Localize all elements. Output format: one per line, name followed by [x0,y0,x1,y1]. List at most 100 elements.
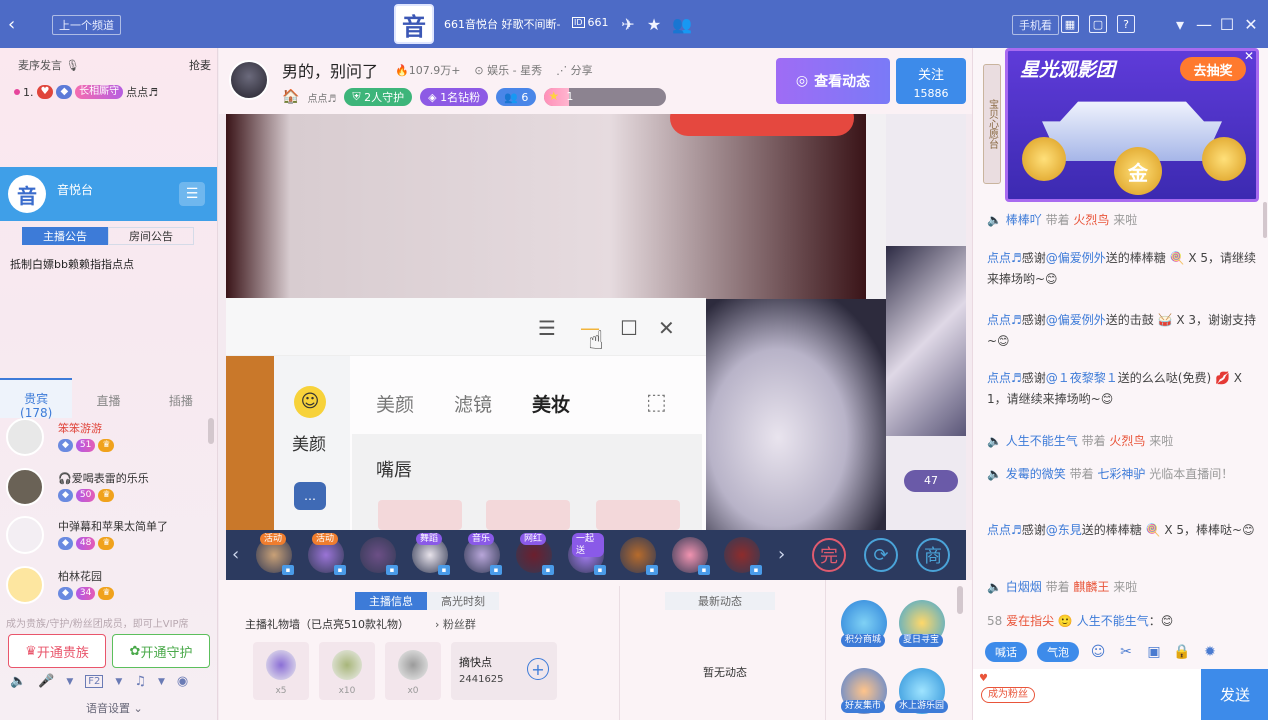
mic-queue-row[interactable]: 1. ♥ ◆ 长相厮守 点点♬ [14,84,158,100]
shout-button[interactable]: 喊话 [985,642,1027,662]
chat-user-link[interactable]: 人生不能生气 [1077,614,1149,628]
smile-icon[interactable]: ☺ [294,386,326,418]
tab-vip[interactable]: 贵宾 (178) [0,378,73,420]
tab-host-info[interactable]: 主播信息 [355,592,427,610]
mic-icon[interactable]: 🎤 [38,674,54,689]
chevron-down-icon[interactable]: ▼ [66,677,73,687]
users-icon[interactable]: 👥 [672,14,692,34]
help-icon[interactable]: ? [1117,15,1135,33]
image-icon[interactable]: ▣ [1145,644,1163,660]
shop-icon[interactable]: 商 [916,538,950,572]
back-icon[interactable]: ‹ [8,14,15,35]
tab-beauty[interactable]: 美颜 [376,390,414,417]
bubble-button[interactable]: 气泡 [1037,642,1079,662]
voice-settings[interactable]: 语音设置 ⌄ [86,700,143,716]
chat-user-link[interactable]: 棒棒吖 [1006,213,1042,227]
guard-pill[interactable]: ⛨ 2人守护 [344,88,413,106]
settings-icon[interactable]: ✹ [1201,644,1219,660]
chat-user-link[interactable]: 点点♬ [987,251,1022,265]
gift-item[interactable]: 网红 ▪ [516,533,554,575]
chat-user-link[interactable]: 点点♬ [987,371,1022,385]
wish-strip[interactable]: 宝贝心愿台 [983,64,1001,184]
diamond-fans-pill[interactable]: ◈ 1名钻粉 [420,88,489,106]
tab-highlights[interactable]: 高光时刻 [427,592,499,610]
scissors-icon[interactable]: ✂ [1117,644,1135,660]
user-list-item[interactable]: 笨笨游游 ◆ 51 ♛ [6,418,211,462]
grid-icon[interactable]: ▦ [1061,15,1079,33]
chat-input[interactable]: ♥ 成为粉丝 [973,669,1201,720]
f2-icon[interactable]: F2 [85,675,104,688]
open-guard-button[interactable]: ✿ 开通守护 [112,634,210,668]
tab-insert[interactable]: 插播 [145,378,217,418]
maximize-icon[interactable]: ☐ [620,316,638,340]
tab-room-notice[interactable]: 房间公告 [108,227,194,245]
close-icon[interactable]: ✕ [658,316,675,340]
gift-item[interactable]: ▪ [620,537,658,575]
tab-filter[interactable]: 滤镜 [454,390,492,417]
window-icon[interactable]: ▢ [1089,15,1107,33]
send-button[interactable]: 发送 [1201,669,1268,720]
gift-item[interactable]: ▪ [724,537,762,575]
chevron-down-icon[interactable]: ▼ [115,677,122,687]
avatar[interactable] [6,516,44,554]
wall-user-card[interactable]: 摘快点 2441625 + [451,642,557,700]
wall-gift-item[interactable]: x5 [253,642,309,700]
chat-user-link[interactable]: 点点♬ [987,313,1022,327]
grab-mic-button[interactable]: 抢麦 [189,57,211,73]
tab-makeup[interactable]: 美妆 [532,390,570,417]
tab-latest-dynamic[interactable]: 最新动态 [665,592,775,610]
chat-user-link[interactable]: 发霉的微笑 [1006,467,1066,481]
avatar[interactable] [6,468,44,506]
close-icon[interactable]: ✕ [1241,14,1261,34]
anchor-card[interactable]: 音 音悦台 ☰ [0,167,217,221]
chat-scrollbar[interactable] [1263,202,1267,238]
menu-icon[interactable]: ☰ [538,316,556,340]
gift-item[interactable]: 活动 ▪ [308,533,346,575]
phone-watch-button[interactable]: 手机看 [1012,15,1059,35]
gift-item[interactable]: 舞蹈 ▪ [412,533,450,575]
chat-user-link[interactable]: 人生不能生气 [1006,434,1078,448]
gift-item[interactable]: ▪ [672,537,710,575]
minimize-icon[interactable]: — [1194,14,1214,34]
category[interactable]: ⊙ 娱乐 - 星秀 [474,62,542,78]
chat-user-link[interactable]: @１夜黎黎１ [1046,371,1118,385]
wall-gift-item[interactable]: x10 [319,642,375,700]
promo-banner[interactable]: 星光观影团 去抽奖 金 ✕ [1005,48,1259,202]
tab-anchor-notice[interactable]: 主播公告 [22,227,108,245]
user-list-item[interactable]: 中弹幕和苹果太简单了 ◆ 48 ♛ [6,516,211,560]
fan-group-link[interactable]: › 粉丝群 [435,616,476,632]
gift-item[interactable]: 音乐 ▪ [464,533,502,575]
lock-icon[interactable]: 🔒 [1173,644,1191,660]
chat-user-link[interactable]: 白烟烟 [1006,580,1042,594]
plane-icon[interactable]: ✈ [618,14,638,34]
prev-channel-button[interactable]: 上一个频道 [52,15,121,35]
chevron-right-icon[interactable]: › [778,544,785,565]
emoji-icon[interactable]: ☺ [1089,644,1107,660]
split-icon[interactable]: ⬚ [646,390,667,415]
music-icon[interactable]: ♫ [134,674,146,689]
wall-gift-item[interactable]: x0 [385,642,441,700]
dropdown-icon[interactable]: ▾ [1170,14,1190,34]
gift-item[interactable]: 一起送 ▪ [568,533,606,575]
lip-swatch[interactable] [486,500,570,530]
become-fan-button[interactable]: 成为粉丝 [981,687,1035,703]
view-dynamic-button[interactable]: ◎ 查看动态 [776,58,890,104]
gift-item[interactable]: ▪ [360,537,398,575]
follow-button[interactable]: 关注 15886 [896,58,966,104]
chat-user-link[interactable]: @偏爱例外 [1046,251,1106,265]
star-icon[interactable]: ★ [644,14,664,34]
complete-icon[interactable]: 完 [812,538,846,572]
add-icon[interactable]: + [527,658,549,680]
avatar[interactable] [6,418,44,456]
chevron-down-icon[interactable]: ▼ [158,677,165,687]
lip-swatch[interactable] [378,500,462,530]
chat-user-link[interactable]: @偏爱例外 [1046,313,1106,327]
maximize-icon[interactable]: ☐ [1217,14,1237,34]
user-list-item[interactable]: 柏林花园 ◆ 34 ♛ [6,566,211,610]
tab-live[interactable]: 直播 [72,378,144,418]
fan-count-pill[interactable]: 👥 6 [496,88,537,106]
chat-user-link[interactable]: @东見 [1046,523,1082,537]
menu-icon[interactable]: ☰ [179,182,205,206]
close-icon[interactable]: ✕ [1244,49,1254,63]
host-avatar[interactable] [229,60,269,100]
